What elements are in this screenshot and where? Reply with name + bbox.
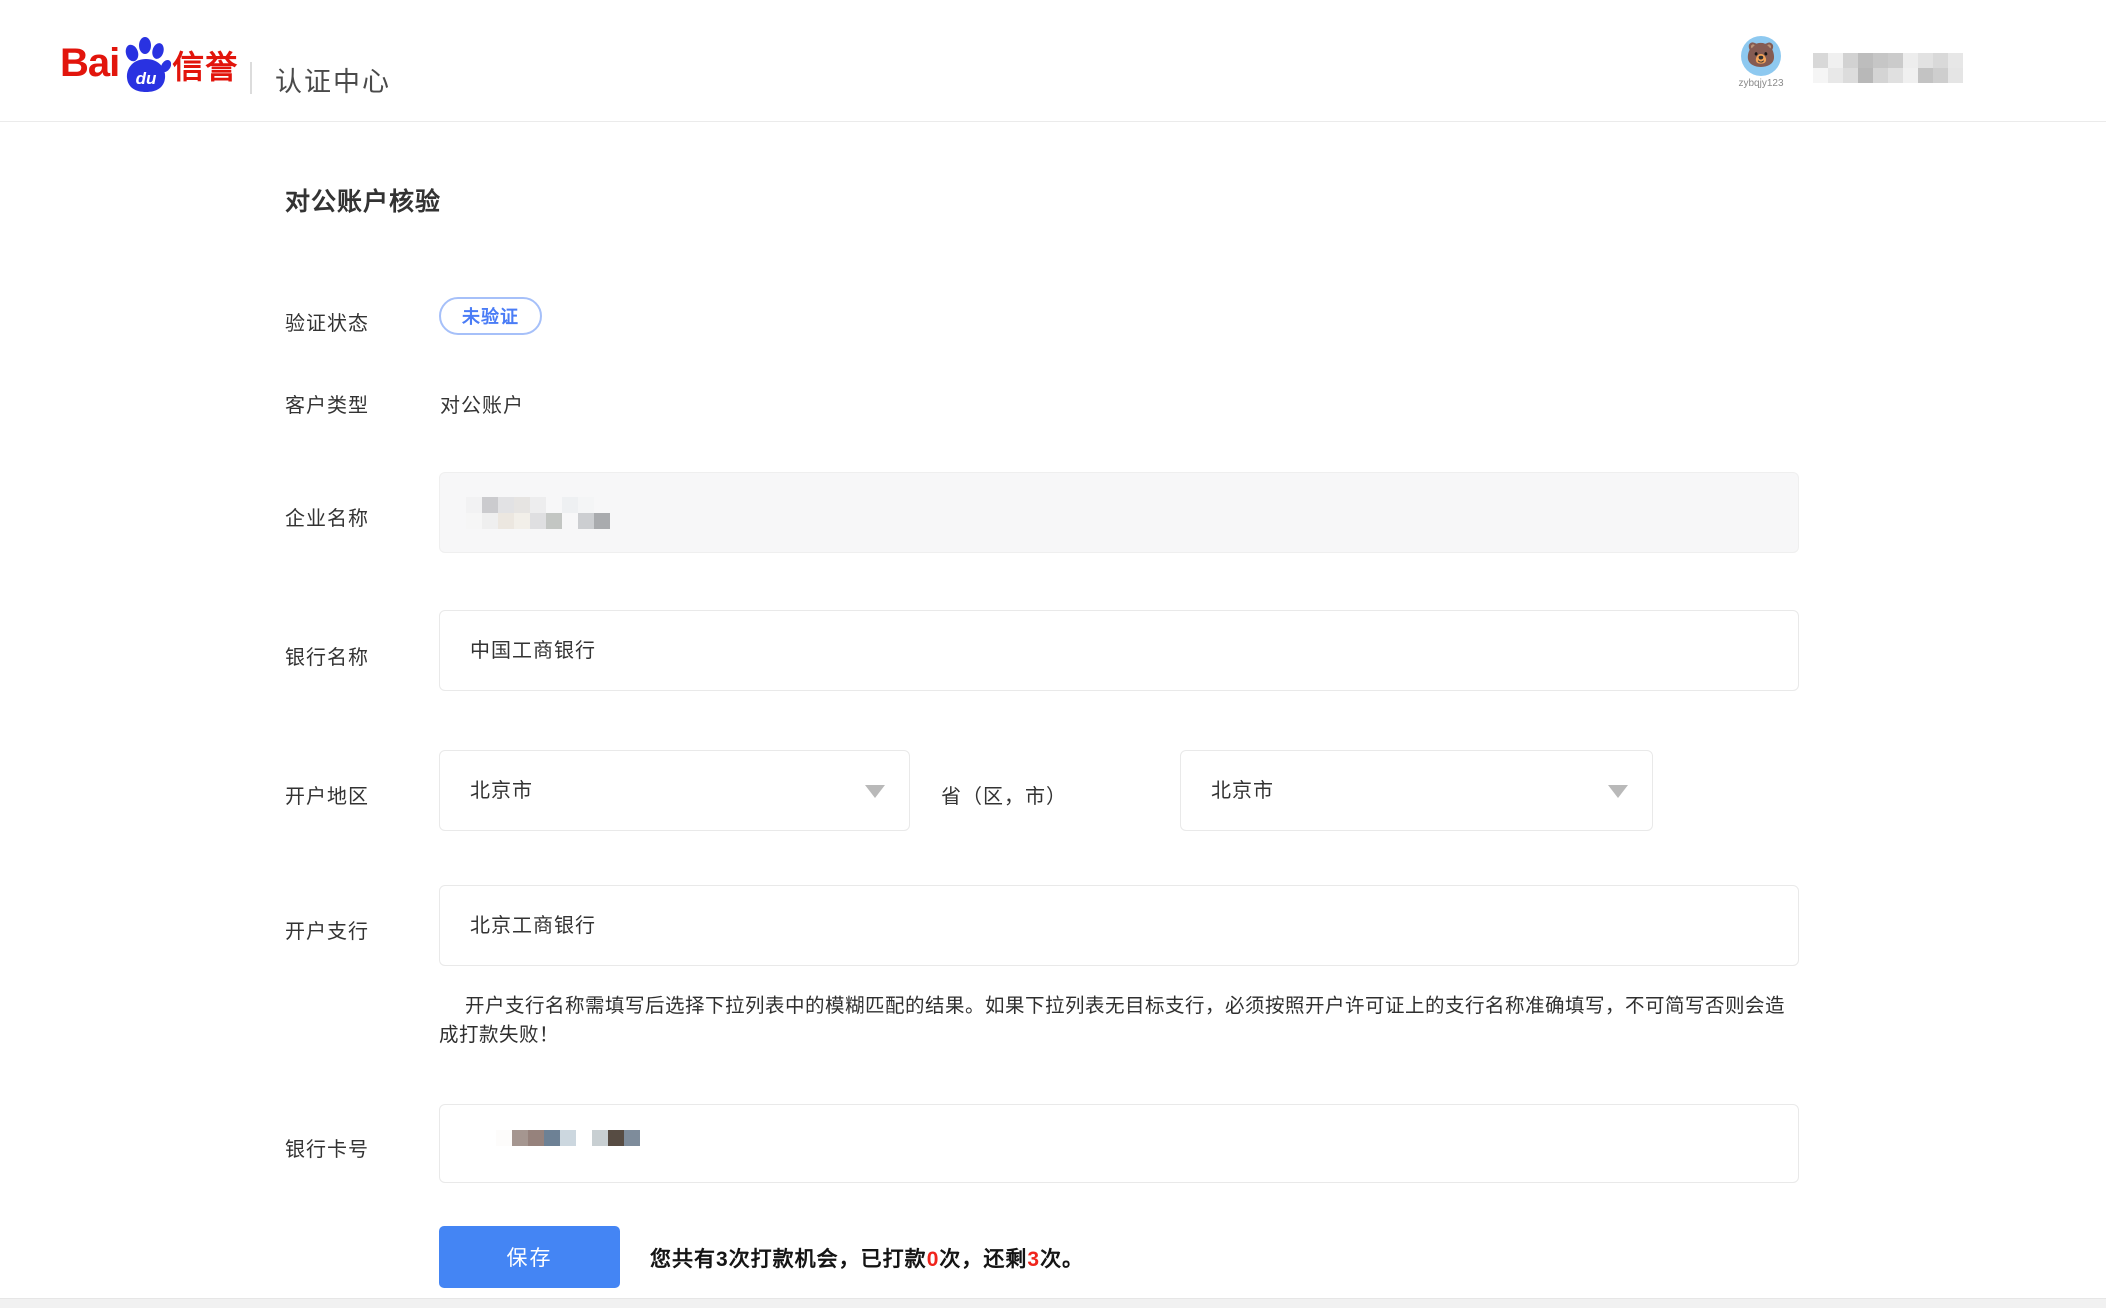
attempts-text: 次打款机会，已打款 bbox=[729, 1248, 927, 1271]
page-bottom-strip bbox=[0, 1298, 2106, 1308]
status-badge: 未验证 bbox=[439, 297, 542, 335]
payment-attempts-message: 您共有3次打款机会，已打款0次，还剩3次。 bbox=[650, 1243, 1084, 1273]
bank-name-value: 中国工商银行 bbox=[470, 611, 596, 692]
attempts-text: 您共有 bbox=[650, 1248, 716, 1271]
logo-text-bai: Bai bbox=[60, 36, 119, 90]
baidu-paw-icon: du bbox=[121, 36, 171, 94]
branch-input[interactable]: 北京工商银行 bbox=[439, 885, 1799, 966]
company-name-label: 企业名称 bbox=[285, 502, 369, 531]
user-avatar-caption: zybqjy123 bbox=[1730, 78, 1792, 89]
customer-type-label: 客户类型 bbox=[285, 389, 369, 418]
city-select[interactable]: 北京市 bbox=[1180, 750, 1653, 831]
company-name-input bbox=[439, 472, 1799, 553]
bank-name-input[interactable]: 中国工商银行 bbox=[439, 610, 1799, 691]
region-middle-label: 省（区，市） bbox=[941, 780, 1067, 809]
card-number-label: 银行卡号 bbox=[285, 1133, 369, 1162]
save-button[interactable]: 保存 bbox=[439, 1226, 620, 1288]
branch-help-text: 开户支行名称需填写后选择下拉列表中的模糊匹配的结果。如果下拉列表无目标支行，必须… bbox=[439, 992, 1801, 1050]
user-avatar-block[interactable]: 🐻 zybqjy123 bbox=[1730, 36, 1792, 89]
redacted-company-name bbox=[466, 497, 610, 529]
province-select[interactable]: 北京市 bbox=[439, 750, 910, 831]
header-divider bbox=[250, 62, 252, 94]
redacted-card-number bbox=[496, 1130, 640, 1146]
attempts-remaining: 3 bbox=[1027, 1248, 1040, 1271]
account-verification-page: Bai du 信誉 认证中心 🐻 zybqjy123 对公账户核验 验证状态 未… bbox=[0, 0, 2106, 1308]
attempts-used: 0 bbox=[927, 1248, 940, 1271]
branch-label: 开户支行 bbox=[285, 915, 369, 944]
page-title: 对公账户核验 bbox=[285, 182, 441, 218]
site-title: 认证中心 bbox=[275, 60, 391, 99]
chevron-down-icon bbox=[1608, 785, 1628, 798]
attempts-text: 次。 bbox=[1040, 1248, 1084, 1271]
svg-text:du: du bbox=[136, 69, 157, 88]
customer-type-value: 对公账户 bbox=[440, 389, 524, 418]
branch-value: 北京工商银行 bbox=[470, 886, 596, 967]
logo-text-xinyu: 信誉 bbox=[172, 44, 238, 90]
attempts-total: 3 bbox=[716, 1248, 729, 1271]
city-select-value: 北京市 bbox=[1211, 751, 1274, 832]
region-label: 开户地区 bbox=[285, 780, 369, 809]
province-select-value: 北京市 bbox=[470, 751, 533, 832]
card-number-input[interactable] bbox=[439, 1104, 1799, 1183]
redacted-username bbox=[1813, 53, 1963, 83]
attempts-text: 次，还剩 bbox=[939, 1248, 1027, 1271]
status-label: 验证状态 bbox=[285, 307, 369, 336]
header: Bai du 信誉 认证中心 🐻 zybqjy123 bbox=[0, 0, 2106, 122]
baidu-xinyu-logo[interactable]: Bai du 信誉 bbox=[60, 36, 238, 90]
bank-name-label: 银行名称 bbox=[285, 641, 369, 670]
chevron-down-icon bbox=[865, 785, 885, 798]
user-avatar[interactable]: 🐻 bbox=[1741, 36, 1781, 76]
